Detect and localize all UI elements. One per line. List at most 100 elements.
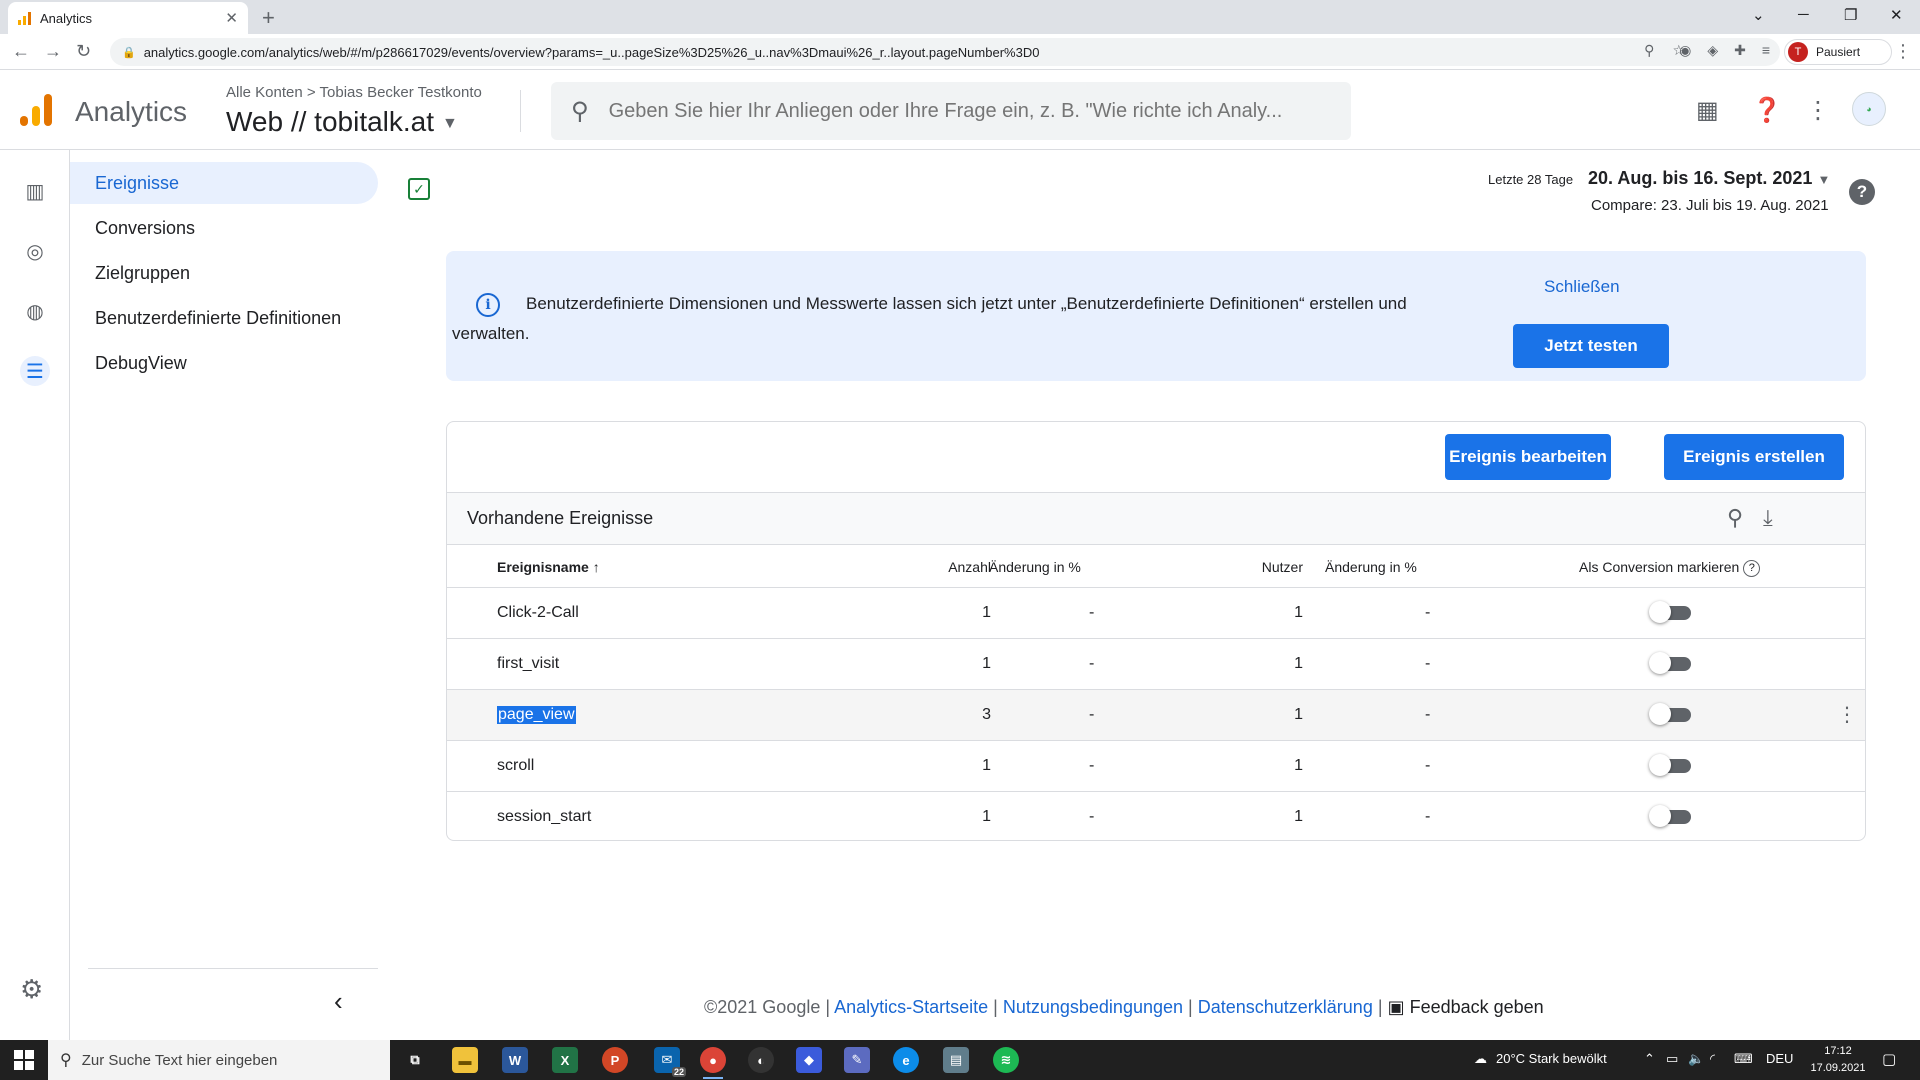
nav-item-custom-definitions[interactable]: Benutzerdefinierte Definitionen xyxy=(70,297,378,339)
tray-usb-icon[interactable]: ▭ xyxy=(1666,1051,1678,1067)
event-name[interactable]: session_start xyxy=(497,808,591,826)
table-row[interactable]: page_view 3 - 1 - ⋮ xyxy=(447,690,1865,741)
mail-icon[interactable]: ✉ 22 xyxy=(654,1047,686,1077)
word-icon[interactable]: W xyxy=(502,1047,528,1073)
volume-icon[interactable]: 🔈 xyxy=(1688,1051,1704,1067)
forward-arrow-icon[interactable]: → xyxy=(44,41,62,62)
create-event-button[interactable]: Ereignis erstellen xyxy=(1664,434,1844,480)
table-row[interactable]: scroll 1 - 1 - xyxy=(447,741,1865,792)
table-row[interactable]: first_visit 1 - 1 - xyxy=(447,639,1865,690)
profile-chip[interactable]: T Pausiert xyxy=(1784,39,1892,65)
download-icon[interactable]: ⤓ xyxy=(1763,505,1773,531)
table-row[interactable]: Click-2-Call 1 - 1 - xyxy=(447,588,1865,639)
conversion-toggle[interactable] xyxy=(1649,703,1691,725)
browser-tab-analytics[interactable]: Analytics ✕ xyxy=(8,2,248,34)
event-name[interactable]: scroll xyxy=(497,757,534,775)
collapse-chevron-icon[interactable]: ‹ xyxy=(334,986,343,1017)
row-more-vert-icon[interactable]: ⋮ xyxy=(1837,702,1857,727)
column-header-users[interactable]: Nutzer xyxy=(1223,559,1303,575)
notifications-icon[interactable]: ▢ xyxy=(1882,1050,1896,1068)
nav-item-conversions[interactable]: Conversions xyxy=(70,207,378,249)
nav-item-zielgruppen[interactable]: Zielgruppen xyxy=(70,252,378,294)
footer-link-privacy[interactable]: Datenschutzerklärung xyxy=(1198,997,1373,1017)
chrome-icon[interactable]: ● xyxy=(700,1047,726,1079)
event-count-change: - xyxy=(1089,706,1095,723)
windows-start-icon[interactable] xyxy=(14,1050,34,1070)
column-header-name[interactable]: Ereignisname ↑ xyxy=(497,559,600,575)
taskbar-search-field[interactable]: ⚲ Zur Suche Text hier eingeben xyxy=(48,1040,390,1080)
page-help-icon[interactable]: ? xyxy=(1849,179,1875,205)
advertising-icon[interactable]: ◍ xyxy=(20,296,50,326)
keyboard-icon[interactable]: ⌨ xyxy=(1734,1051,1753,1067)
date-range-picker[interactable]: 20. Aug. bis 16. Sept. 2021 ▼ xyxy=(1588,168,1830,189)
zoom-icon[interactable]: ⚲ xyxy=(1644,42,1654,59)
extensions-puzzle-icon[interactable]: ✚ xyxy=(1734,42,1746,59)
browser-tab-title: Analytics xyxy=(40,10,93,26)
tray-chevron-up-icon[interactable]: ⌃ xyxy=(1644,1051,1655,1067)
event-users-change: - xyxy=(1425,604,1431,621)
notepad-icon[interactable]: ▤ xyxy=(943,1047,969,1073)
minimize-window-icon[interactable]: ─ xyxy=(1798,6,1809,23)
more-vert-icon[interactable]: ⋮ xyxy=(1806,96,1830,125)
tab-search-icon[interactable]: ⌄ xyxy=(1752,6,1765,24)
table-search-icon[interactable]: ⚲ xyxy=(1727,505,1743,531)
powerpoint-icon[interactable]: P xyxy=(602,1047,628,1073)
clock-time: 17:12 xyxy=(1824,1045,1852,1057)
close-window-icon[interactable]: ✕ xyxy=(1890,6,1903,24)
conversion-help-icon[interactable]: ? xyxy=(1743,559,1761,577)
admin-gear-icon[interactable]: ⚙ xyxy=(20,974,43,1005)
table-row[interactable]: session_start 1 - 1 - xyxy=(447,792,1865,843)
excel-icon[interactable]: X xyxy=(552,1047,578,1073)
new-tab-icon[interactable]: + xyxy=(262,5,275,31)
configure-icon[interactable]: ☰ xyxy=(20,356,50,386)
explore-icon[interactable]: ◎ xyxy=(20,236,50,266)
column-header-change-users[interactable]: Änderung in % xyxy=(1325,559,1417,575)
back-arrow-icon[interactable]: ← xyxy=(12,41,30,62)
event-count-change: - xyxy=(1089,808,1095,825)
help-icon[interactable]: ❓ xyxy=(1752,96,1782,125)
task-view-icon[interactable]: ⧉ xyxy=(402,1047,428,1073)
weather-status[interactable]: 20°C Stark bewölkt xyxy=(1496,1051,1607,1066)
weather-icon[interactable]: ☁ xyxy=(1474,1051,1487,1067)
event-name[interactable]: Click-2-Call xyxy=(497,604,579,622)
restore-window-icon[interactable]: ❐ xyxy=(1844,6,1857,24)
edit-event-button[interactable]: Ereignis bearbeiten xyxy=(1445,434,1611,480)
close-tab-icon[interactable]: ✕ xyxy=(225,9,238,27)
account-avatar[interactable]: ◕ xyxy=(1852,92,1886,126)
language-indicator[interactable]: DEU xyxy=(1766,1051,1793,1066)
file-explorer-icon[interactable]: ▬ xyxy=(452,1047,478,1073)
account-breadcrumb[interactable]: Alle Konten > Tobias Becker Testkonto xyxy=(226,84,482,101)
snipping-tool-icon[interactable]: ✎ xyxy=(844,1047,870,1073)
obs-icon[interactable]: ◐ xyxy=(748,1047,774,1073)
reload-icon[interactable]: ↻ xyxy=(76,41,91,62)
conversion-toggle[interactable] xyxy=(1649,754,1691,776)
footer-link-home[interactable]: Analytics-Startseite xyxy=(834,997,988,1017)
reading-list-icon[interactable]: ≡ xyxy=(1762,42,1770,59)
conversion-toggle[interactable] xyxy=(1649,805,1691,827)
taskbar-clock[interactable]: 17:12 17.09.2021 xyxy=(1810,1043,1866,1077)
url-field[interactable]: 🔒 analytics.google.com/analytics/web/#/m… xyxy=(110,38,1780,66)
search-input[interactable] xyxy=(608,99,1329,123)
banner-close-link[interactable]: Schließen xyxy=(1544,277,1620,297)
nav-item-ereignisse[interactable]: Ereignisse xyxy=(70,162,378,204)
extension-abp-icon[interactable]: ◉ xyxy=(1679,42,1691,59)
conversion-toggle[interactable] xyxy=(1649,601,1691,623)
extension-tag-icon[interactable]: ◈ xyxy=(1707,42,1718,59)
feedback-button[interactable]: ▣ Feedback geben xyxy=(1388,997,1544,1017)
wifi-icon[interactable]: ◜ xyxy=(1710,1051,1715,1067)
column-header-change-count[interactable]: Änderung in % xyxy=(989,559,1081,575)
apps-grid-icon[interactable]: ▦ xyxy=(1696,96,1719,125)
conversion-toggle[interactable] xyxy=(1649,652,1691,674)
column-header-count[interactable]: Anzahl xyxy=(921,559,991,575)
nav-item-debugview[interactable]: DebugView xyxy=(70,342,378,384)
reports-icon[interactable]: ▥ xyxy=(20,176,50,206)
event-name[interactable]: first_visit xyxy=(497,655,559,673)
app-icon-blue[interactable]: ◆ xyxy=(796,1047,822,1073)
try-now-button[interactable]: Jetzt testen xyxy=(1513,324,1669,368)
edge-icon[interactable]: e xyxy=(893,1047,919,1073)
property-selector[interactable]: Web // tobitalk.at ▼ xyxy=(226,106,458,138)
footer-link-terms[interactable]: Nutzungsbedingungen xyxy=(1003,997,1183,1017)
browser-menu-icon[interactable]: ⋮ xyxy=(1894,41,1912,62)
spotify-icon[interactable]: ≋ xyxy=(993,1047,1019,1073)
event-name[interactable]: page_view xyxy=(497,706,576,724)
